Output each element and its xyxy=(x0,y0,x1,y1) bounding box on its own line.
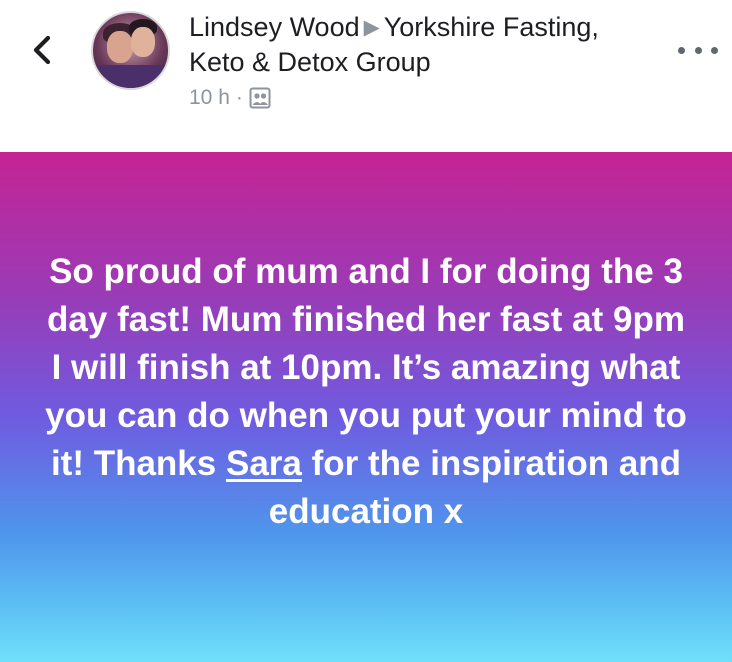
meta-separator: · xyxy=(235,86,243,109)
post-background: So proud of mum and I for doing the 3 da… xyxy=(0,152,732,662)
avatar-photo-clothing xyxy=(93,65,168,88)
post-timestamp[interactable]: 10 h xyxy=(189,86,230,110)
post-title: Lindsey Wood ▶ Yorkshire Fasting, Keto & D… xyxy=(189,10,629,79)
post-text: So proud of mum and I for doing the 3 da… xyxy=(40,248,692,536)
avatar-photo-face xyxy=(107,31,133,63)
post-header: Lindsey Wood ▶ Yorkshire Fasting, Keto & D… xyxy=(0,0,732,152)
mention-link[interactable]: Sara xyxy=(226,444,302,483)
more-dots-icon xyxy=(711,46,718,54)
author-name-link[interactable]: Lindsey Wood xyxy=(189,12,360,42)
post-text-end: for the inspiration and education x xyxy=(268,444,682,531)
more-dots-icon xyxy=(678,46,685,54)
group-audience-icon xyxy=(249,87,271,109)
avatar[interactable] xyxy=(91,11,170,90)
right-triangle-icon: ▶ xyxy=(363,16,380,39)
more-dots-icon xyxy=(694,46,702,54)
back-button[interactable] xyxy=(26,32,58,68)
chevron-left-icon xyxy=(33,35,51,65)
more-options-button[interactable] xyxy=(678,38,718,62)
post-meta: 10 h · xyxy=(189,84,271,112)
avatar-photo-face xyxy=(131,27,155,57)
